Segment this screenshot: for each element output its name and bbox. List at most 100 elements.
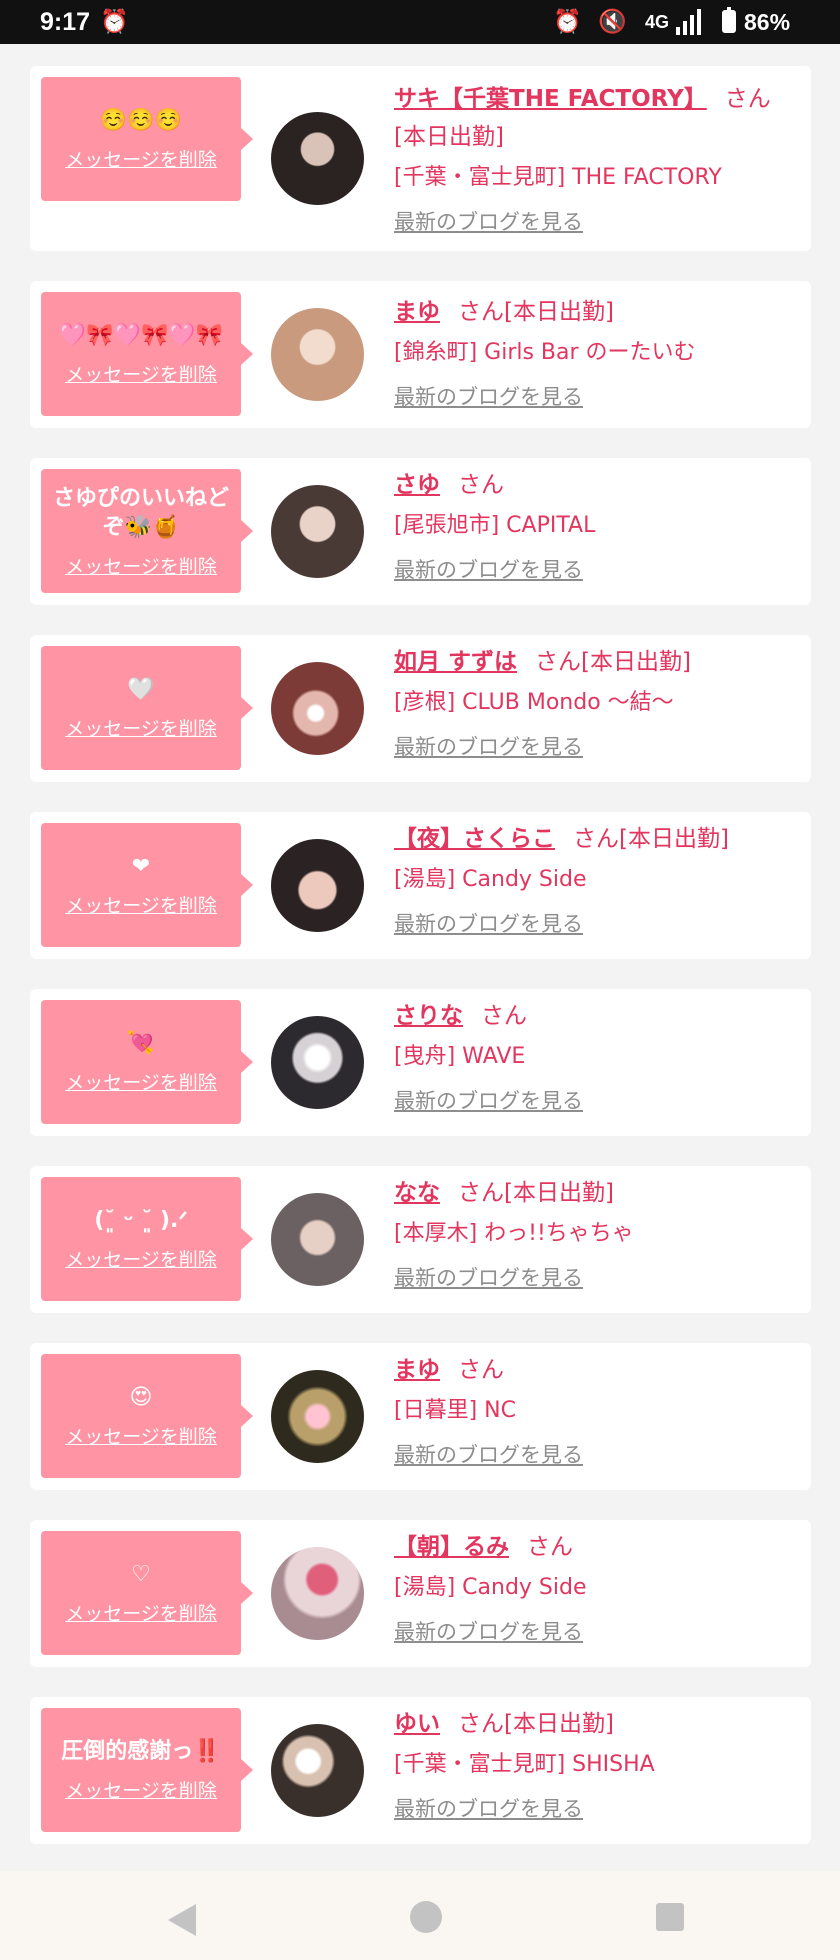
avatar[interactable] [271, 1370, 364, 1463]
shop-info: [湯島] Candy Side [394, 867, 587, 892]
list-item: 💘 メッセージを削除 さりな さん [曳舟] WAVE 最新のブログを見る [30, 989, 811, 1136]
list-item: ❤ メッセージを削除 【夜】さくらこ さん[本日出勤] [湯島] Candy Si… [30, 812, 811, 959]
avatar[interactable] [271, 1193, 364, 1286]
message-text: ♡ [131, 1562, 151, 1587]
message-bubble: ❤ メッセージを削除 [41, 823, 253, 947]
list-item: 😍 メッセージを削除 まゆ さん [日暮里] NC 最新のブログを見る [30, 1343, 811, 1490]
message-bubble: (˘͈ ᵕ ˘͈ ).ᐟ メッセージを削除 [41, 1177, 253, 1301]
list-item: 🩷🎀🩷🎀🩷🎀 メッセージを削除 まゆ さん[本日出勤] [錦糸町] Girls B… [30, 281, 811, 428]
message-bubble: 😍 メッセージを削除 [41, 1354, 253, 1478]
delete-message-link[interactable]: メッセージを削除 [65, 360, 217, 387]
message-bubble: さゆぴのいいねどぞ🐝🍯 メッセージを削除 [41, 469, 253, 593]
latest-blog-link[interactable]: 最新のブログを見る [394, 732, 801, 762]
delete-message-link[interactable]: メッセージを削除 [65, 1245, 217, 1272]
message-list: ☺️☺️☺️ メッセージを削除 サキ【千葉THE FACTORY】さん[本日出勤… [30, 66, 811, 1874]
latest-blog-link[interactable]: 最新のブログを見る [394, 909, 801, 939]
avatar[interactable] [271, 485, 364, 578]
list-item: さゆぴのいいねどぞ🐝🍯 メッセージを削除 さゆ さん [尾張旭市] CAPITAL… [30, 458, 811, 605]
avatar[interactable] [271, 662, 364, 755]
list-item: ♡ メッセージを削除 【朝】るみ さん [湯島] Candy Side 最新のブロ… [30, 1520, 811, 1667]
delete-message-link[interactable]: メッセージを削除 [65, 145, 217, 172]
alarm-icon: ⏰ [553, 8, 582, 34]
girl-name-link[interactable]: さりな [394, 1003, 463, 1029]
shop-info: [日暮里] NC [394, 1398, 516, 1423]
delete-message-link[interactable]: メッセージを削除 [65, 1599, 217, 1626]
battery-percent: 86% [744, 9, 791, 35]
latest-blog-link[interactable]: 最新のブログを見る [394, 382, 801, 412]
back-icon[interactable] [168, 1904, 196, 1936]
system-navigation-bar [0, 1871, 840, 1960]
shop-info: [本厚木] わっ!!ちゃちゃ [394, 1221, 634, 1246]
message-bubble: 🤍 メッセージを削除 [41, 646, 253, 770]
message-text: (˘͈ ᵕ ˘͈ ).ᐟ [94, 1208, 188, 1233]
message-text: ☺️☺️☺️ [99, 108, 183, 133]
latest-blog-link[interactable]: 最新のブログを見る [394, 1263, 801, 1293]
name-suffix: さん[本日出勤] [458, 299, 614, 325]
shop-info: [曳舟] WAVE [394, 1044, 526, 1069]
delete-message-link[interactable]: メッセージを削除 [65, 891, 217, 918]
shop-info: [彦根] CLUB Mondo ～結～ [394, 690, 674, 715]
shop-info: [千葉・富士見町] SHISHA [394, 1752, 655, 1777]
list-item: 🤍 メッセージを削除 如月 すずは さん[本日出勤] [彦根] CLUB Mond… [30, 635, 811, 782]
avatar[interactable] [271, 1724, 364, 1817]
girl-name-link[interactable]: なな [394, 1180, 440, 1206]
shop-info: [錦糸町] Girls Bar のーたいむ [394, 340, 696, 365]
name-suffix: さん[本日出勤] [535, 649, 691, 675]
latest-blog-link[interactable]: 最新のブログを見る [394, 555, 801, 585]
message-text: さゆぴのいいねどぞ🐝🍯 [52, 485, 229, 540]
message-text: 🤍 [127, 677, 155, 702]
name-suffix: さん [481, 1003, 527, 1029]
delete-message-link[interactable]: メッセージを削除 [65, 1068, 217, 1095]
delete-message-link[interactable]: メッセージを削除 [65, 1422, 217, 1449]
avatar[interactable] [271, 839, 364, 932]
latest-blog-link[interactable]: 最新のブログを見る [394, 207, 801, 237]
name-suffix: さん [527, 1534, 573, 1560]
name-suffix: さん [458, 1357, 504, 1383]
home-icon[interactable] [410, 1901, 442, 1933]
girl-name-link[interactable]: さゆ [394, 472, 440, 498]
status-bar: 9:17 ⏰ ⏰ 🔇 4G 86% [0, 0, 840, 44]
avatar[interactable] [271, 308, 364, 401]
message-bubble: ☺️☺️☺️ メッセージを削除 [41, 77, 253, 201]
message-bubble: 圧倒的感謝っ‼️ メッセージを削除 [41, 1708, 253, 1832]
shop-info: [尾張旭市] CAPITAL [394, 513, 596, 538]
avatar[interactable] [271, 1016, 364, 1109]
message-text: 💘 [127, 1031, 155, 1056]
list-item: (˘͈ ᵕ ˘͈ ).ᐟ メッセージを削除 なな さん[本日出勤] [本厚木] わ… [30, 1166, 811, 1313]
shop-info: [湯島] Candy Side [394, 1575, 587, 1600]
latest-blog-link[interactable]: 最新のブログを見る [394, 1440, 801, 1470]
delete-message-link[interactable]: メッセージを削除 [65, 714, 217, 741]
girl-name-link[interactable]: 【朝】るみ [394, 1534, 509, 1560]
latest-blog-link[interactable]: 最新のブログを見る [394, 1794, 801, 1824]
list-item: 圧倒的感謝っ‼️ メッセージを削除 ゆい さん[本日出勤] [千葉・富士見町] S… [30, 1697, 811, 1844]
signal-icon [676, 9, 702, 35]
message-text: 😍 [129, 1385, 153, 1410]
girl-name-link[interactable]: 【夜】さくらこ [394, 826, 555, 852]
avatar[interactable] [271, 112, 364, 205]
latest-blog-link[interactable]: 最新のブログを見る [394, 1086, 801, 1116]
message-bubble: 💘 メッセージを削除 [41, 1000, 253, 1124]
battery-icon [722, 7, 736, 33]
recent-apps-icon[interactable] [656, 1903, 684, 1931]
girl-name-link[interactable]: まゆ [394, 1357, 440, 1383]
clock-time: 9:17 [40, 8, 91, 36]
girl-name-link[interactable]: 如月 すずは [394, 649, 517, 675]
avatar[interactable] [271, 1547, 364, 1640]
name-suffix: さん [458, 472, 504, 498]
girl-name-link[interactable]: まゆ [394, 299, 440, 325]
message-bubble: ♡ メッセージを削除 [41, 1531, 253, 1655]
girl-name-link[interactable]: ゆい [394, 1711, 440, 1737]
girl-name-link[interactable]: サキ【千葉THE FACTORY】 [394, 86, 707, 112]
name-suffix: さん[本日出勤] [458, 1180, 614, 1206]
delete-message-link[interactable]: メッセージを削除 [65, 1776, 217, 1803]
name-suffix: さん[本日出勤] [573, 826, 729, 852]
message-text: 🩷🎀🩷🎀🩷🎀 [58, 323, 224, 348]
mute-icon: 🔇 [598, 8, 627, 34]
alarm-icon: ⏰ [100, 8, 129, 34]
latest-blog-link[interactable]: 最新のブログを見る [394, 1617, 801, 1647]
delete-message-link[interactable]: メッセージを削除 [65, 552, 217, 579]
network-type: 4G [645, 12, 670, 32]
message-text: 圧倒的感謝っ‼️ [61, 1739, 221, 1764]
name-suffix: さん[本日出勤] [458, 1711, 614, 1737]
message-text: ❤ [131, 854, 151, 879]
